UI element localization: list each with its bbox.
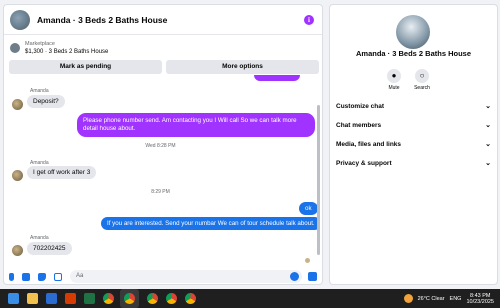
chevron-down-icon: ⌄ [485, 160, 491, 167]
search-label: Search [414, 85, 430, 91]
message-input[interactable]: Aa [70, 270, 302, 283]
avatar[interactable] [12, 99, 23, 110]
section-media-files[interactable]: Media, files and links ⌄ [336, 137, 491, 151]
chat-header: Amanda · 3 Beds 2 Baths House i [4, 5, 322, 35]
avatar[interactable] [10, 9, 30, 30]
mute-label: Mute [388, 85, 400, 91]
taskbar: 26°C Clear ENG 8:43 PM 10/23/2025 [0, 289, 500, 308]
chrome-icon[interactable] [147, 293, 158, 304]
sender-name: Amanda [30, 235, 49, 241]
image-icon[interactable] [22, 272, 30, 281]
search-icon: ○ [415, 69, 429, 83]
store-icon[interactable] [46, 293, 57, 304]
search-button[interactable]: ○ Search [407, 69, 437, 91]
section-label: Media, files and links [336, 140, 402, 148]
marketplace-bar[interactable]: Marketplace $1,300 · 3 Beds 2 Baths Hous… [4, 36, 322, 60]
avatar[interactable] [12, 245, 23, 256]
details-title: Amanda · 3 Beds 2 Baths House [355, 49, 472, 58]
chat-title[interactable]: Amanda · 3 Beds 2 Baths House [37, 15, 167, 25]
listing-thumbnail [10, 43, 20, 53]
message-bubble[interactable]: If you are interested. Send your numbar … [101, 217, 317, 230]
section-label: Customize chat [336, 102, 385, 110]
avatar[interactable] [396, 15, 430, 49]
listing-title: $1,300 · 3 Beds 2 Baths House [25, 49, 109, 55]
thumbs-up-icon[interactable] [308, 272, 317, 281]
file-explorer-icon[interactable] [27, 293, 38, 304]
scrollbar[interactable] [317, 105, 320, 255]
chevron-down-icon: ⌄ [485, 141, 491, 148]
avatar[interactable] [12, 170, 23, 181]
gif-icon[interactable] [54, 272, 62, 281]
date: 10/23/2025 [466, 298, 494, 305]
section-chat-members[interactable]: Chat members ⌄ [336, 118, 491, 132]
excel-icon[interactable] [84, 293, 95, 304]
section-privacy-support[interactable]: Privacy & support ⌄ [336, 156, 491, 170]
more-options-button[interactable]: More options [166, 60, 319, 74]
message-bubble[interactable]: Please phone number send. Am contacting … [77, 113, 315, 137]
mark-pending-button[interactable]: Mark as pending [9, 60, 162, 74]
time: 8:43 PM [469, 292, 491, 299]
weather-text[interactable]: 26°C Clear [418, 296, 445, 302]
timestamp: 8:29 PM [151, 189, 170, 195]
message-bubble[interactable]: 702202425 [27, 242, 72, 255]
windows-start-icon[interactable] [8, 293, 19, 304]
info-icon[interactable]: i [304, 15, 314, 25]
microphone-icon[interactable] [9, 272, 14, 281]
message-bubble[interactable]: I get off work after 3 [27, 166, 97, 179]
timestamp: Wed 8:28 PM [145, 143, 176, 149]
section-customize-chat[interactable]: Customize chat ⌄ [336, 99, 491, 113]
chat-details-panel: Amanda · 3 Beds 2 Baths House ● Mute ○ S… [329, 4, 498, 285]
chat-panel: Amanda · 3 Beds 2 Baths House i Marketpl… [3, 4, 323, 285]
chrome-active-window[interactable] [120, 289, 139, 308]
emoji-icon[interactable] [290, 272, 299, 281]
bell-icon: ● [387, 69, 401, 83]
language-indicator[interactable]: ENG [450, 296, 462, 302]
mute-button[interactable]: ● Mute [379, 69, 409, 91]
message-bubble-partial [254, 75, 300, 81]
message-list[interactable]: Amanda Deposit? Please phone number send… [4, 75, 317, 265]
seen-avatar [305, 258, 310, 263]
section-label: Privacy & support [336, 159, 392, 167]
system-tray: 26°C Clear ENG 8:43 PM 10/23/2025 [403, 289, 494, 308]
weather-icon[interactable] [403, 294, 413, 303]
chrome-icon [124, 293, 135, 304]
chrome-icon[interactable] [103, 293, 114, 304]
message-bubble[interactable]: Deposit? [27, 95, 65, 108]
message-bubble[interactable]: ok [299, 202, 317, 215]
sticker-icon[interactable] [38, 272, 46, 281]
section-label: Chat members [336, 121, 382, 129]
marketplace-label: Marketplace [25, 41, 55, 47]
message-input-placeholder: Aa [76, 273, 84, 279]
app-root: Amanda · 3 Beds 2 Baths House i Marketpl… [0, 0, 500, 308]
chrome-icon[interactable] [166, 293, 177, 304]
chrome-icon[interactable] [185, 293, 196, 304]
sender-name: Amanda [30, 88, 49, 94]
chevron-down-icon: ⌄ [485, 122, 491, 129]
listing-actions: Mark as pending More options [9, 60, 319, 74]
composer: Aa [4, 267, 322, 284]
chevron-down-icon: ⌄ [485, 103, 491, 110]
office-icon[interactable] [65, 293, 76, 304]
clock[interactable]: 8:43 PM 10/23/2025 [466, 293, 494, 305]
